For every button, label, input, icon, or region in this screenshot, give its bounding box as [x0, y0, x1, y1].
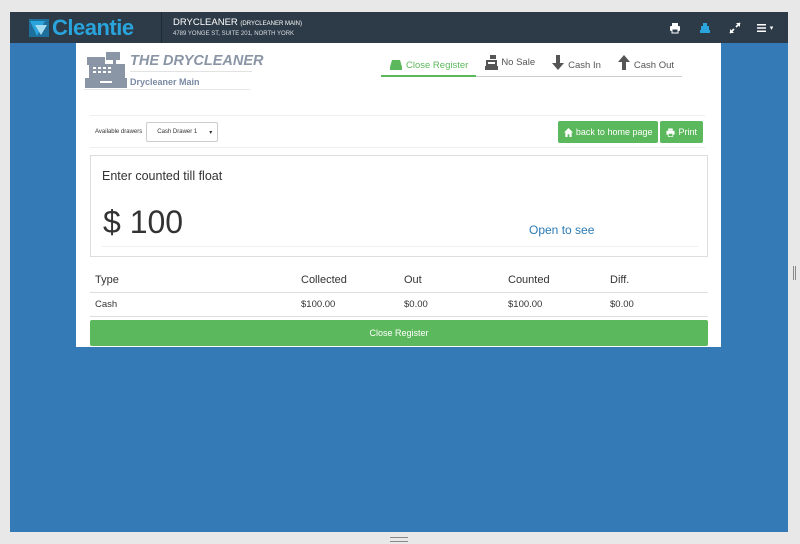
till-float-amount[interactable]: $ 100 — [103, 204, 183, 241]
cell-collected: $100.00 — [301, 299, 336, 310]
tab-cash-in[interactable]: Cash In — [543, 49, 609, 77]
header-collected: Collected — [301, 273, 347, 286]
register-summary-table: Type Collected Out Counted Diff. Cash $1… — [90, 267, 708, 317]
store-address: 4789 YONGE ST, SUITE 201, NORTH YORK — [173, 31, 295, 37]
tab-cash-out[interactable]: Cash Out — [608, 49, 683, 77]
divider — [84, 89, 250, 90]
arrow-down-icon — [552, 55, 565, 70]
cash-register-icon — [85, 52, 127, 88]
resize-handle-bottom[interactable] — [390, 537, 408, 542]
drawer-select-value: Cash Drawer 1 — [157, 129, 198, 135]
store-info: DRYCLEANER (DRYCLEANER MAIN) 4789 YONGE … — [173, 17, 302, 37]
home-icon — [563, 127, 573, 137]
header-counted: Counted — [508, 273, 550, 286]
open-to-see-link[interactable]: Open to see — [529, 223, 594, 237]
fullscreen-button[interactable] — [720, 12, 750, 43]
drawers-label: Available drawers — [95, 129, 143, 135]
drawer-icon — [390, 59, 402, 70]
cell-out: $0.00 — [404, 299, 428, 310]
register-panel: THE DRYCLEANER Drycleaner Main Close Reg… — [76, 43, 721, 347]
tab-cash-out-label: Cash Out — [633, 60, 675, 71]
cell-counted: $100.00 — [508, 299, 543, 310]
cell-type: Cash — [95, 299, 118, 310]
logo[interactable]: Cleantie — [10, 12, 162, 43]
menu-icon — [756, 23, 766, 32]
tab-no-sale[interactable]: No Sale — [476, 49, 544, 77]
brand-block: THE DRYCLEANER Drycleaner Main — [84, 51, 263, 91]
cash-register-icon — [700, 22, 710, 33]
app-frame: Cleantie DRYCLEANER (DRYCLEANER MAIN) 47… — [10, 12, 788, 532]
print-icon — [666, 127, 676, 137]
till-float-title: Enter counted till float — [102, 169, 223, 183]
action-buttons: back to home page Print — [557, 121, 703, 143]
cash-register-icon — [485, 55, 499, 70]
store-name-text: DRYCLEANER — [173, 17, 238, 28]
header-out: Out — [404, 273, 422, 286]
cell-diff: $0.00 — [610, 299, 634, 310]
divider — [130, 71, 252, 72]
top-bar: Cleantie DRYCLEANER (DRYCLEANER MAIN) 47… — [10, 12, 788, 43]
menu-caret: ▾ — [769, 24, 774, 32]
tab-no-sale-label: No Sale — [501, 57, 536, 68]
tab-close-register[interactable]: Close Register — [381, 49, 477, 77]
print-receipt-button[interactable]: Print — [660, 121, 703, 143]
print-label: Print — [678, 127, 697, 137]
brand-title: THE DRYCLEANER — [130, 53, 264, 69]
print-icon — [670, 22, 680, 33]
resize-handle-right[interactable] — [793, 266, 796, 280]
topbar-actions: ▾ — [660, 12, 780, 43]
divider — [102, 246, 698, 247]
table-header: Type Collected Out Counted Diff. — [90, 267, 708, 293]
brand-subtitle: Drycleaner Main — [130, 77, 200, 87]
arrow-up-icon — [617, 55, 630, 70]
divider — [90, 115, 705, 116]
logo-prefix: Clean — [52, 14, 110, 40]
store-sub: (DRYCLEANER MAIN) — [240, 21, 302, 27]
logo-icon — [29, 18, 49, 37]
divider — [90, 147, 705, 148]
close-register-button[interactable]: Close Register — [90, 320, 708, 346]
print-button[interactable] — [660, 12, 690, 43]
header-type: Type — [95, 273, 119, 286]
cash-register-button[interactable] — [690, 12, 720, 43]
register-nav: Close Register No Sale Cash In Cash Out — [381, 49, 683, 77]
logo-text: Cleantie — [52, 15, 134, 41]
header-diff: Diff. — [610, 273, 630, 286]
back-home-label: back to home page — [575, 127, 653, 137]
tab-cash-in-label: Cash In — [568, 60, 601, 71]
till-float-box: Enter counted till float $ 100 Open to s… — [90, 155, 708, 257]
logo-suffix: tie — [109, 14, 134, 40]
table-row: Cash $100.00 $0.00 $100.00 $0.00 — [90, 293, 708, 317]
chevron-down-icon: ▾ — [209, 130, 213, 136]
drawer-selector: Available drawers Cash Drawer 1 ▾ — [95, 122, 219, 142]
drawer-select[interactable]: Cash Drawer 1 ▾ — [146, 122, 219, 142]
tab-close-register-label: Close Register — [406, 59, 469, 71]
menu-button[interactable]: ▾ — [750, 12, 780, 43]
expand-icon — [729, 21, 741, 34]
store-name: DRYCLEANER (DRYCLEANER MAIN) — [173, 17, 302, 28]
back-home-button[interactable]: back to home page — [557, 121, 659, 143]
